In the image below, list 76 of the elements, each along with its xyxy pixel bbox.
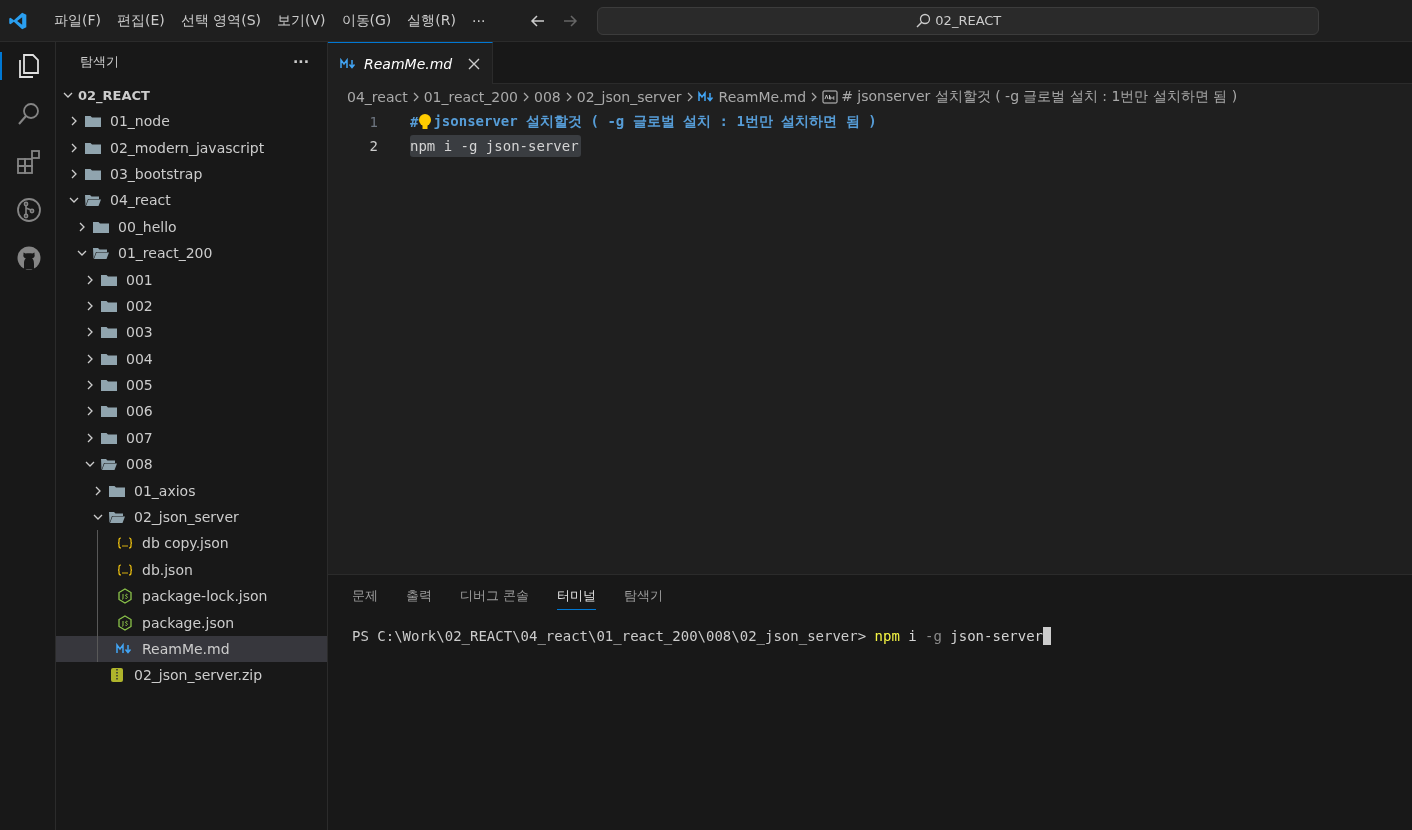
line-number: 2: [368, 138, 379, 154]
code-text: #: [410, 114, 419, 130]
tree-item[interactable]: 005: [56, 371, 327, 399]
braces-icon: [116, 561, 134, 578]
breadcrumb-item[interactable]: 02_json_server: [576, 89, 682, 105]
terminal-command: i: [908, 628, 917, 644]
folder-icon: [84, 113, 102, 130]
menu-item[interactable]: 실행(R): [399, 11, 464, 30]
tree-item[interactable]: 006: [56, 398, 327, 425]
extensions-icon[interactable]: [14, 148, 43, 176]
explorer-title: 탐색기: [80, 53, 119, 71]
open-folder-icon: [84, 192, 102, 209]
command-center[interactable]: 02_REACT: [597, 6, 1320, 35]
tree-item[interactable]: 02_json_server.zip: [56, 662, 327, 689]
folder-icon: [100, 377, 118, 394]
text-symbol-icon: [822, 90, 839, 104]
app-logo-icon[interactable]: [8, 10, 28, 31]
tree-item[interactable]: 004: [56, 345, 327, 372]
tree-item[interactable]: 002: [56, 292, 327, 320]
search-icon: [915, 12, 932, 29]
folder-icon: [100, 324, 118, 341]
panel-tab[interactable]: 출력: [406, 585, 432, 610]
menu-item[interactable]: 선택 영역(S): [172, 11, 270, 30]
panel-tab[interactable]: 터미널: [557, 585, 597, 610]
menu-item[interactable]: 이동(G): [333, 11, 400, 30]
panel-tab[interactable]: 문제: [352, 585, 378, 610]
tree-item[interactable]: 008: [56, 451, 327, 478]
tree-item[interactable]: ReamMe.md: [56, 635, 327, 663]
tree-item[interactable]: 01_node: [56, 108, 327, 135]
code-text: npm i -g json-server: [410, 138, 579, 154]
tree-item[interactable]: 00_hello: [56, 213, 327, 240]
terminal-command: npm: [874, 628, 900, 644]
folder-icon: [100, 403, 118, 420]
terminal-command: json-server: [950, 628, 1044, 644]
hexagon-icon: [116, 614, 134, 631]
tree-item[interactable]: 04_react: [56, 187, 327, 214]
workspace-root[interactable]: 02_REACT: [56, 82, 327, 108]
breadcrumb-item[interactable]: 04_react: [347, 89, 408, 105]
hexagon-icon: [116, 588, 134, 605]
breadcrumb-item[interactable]: 008: [534, 89, 561, 105]
tree-item[interactable]: 003: [56, 319, 327, 346]
breadcrumb-item[interactable]: # jsonserver 설치할것 ( -g 글로벌 설치 : 1번만 설치하면 됨 ): [841, 88, 1238, 106]
open-folder-icon: [108, 509, 126, 526]
tree-item[interactable]: 01_axios: [56, 477, 327, 504]
breadcrumb-item[interactable]: ReamMe.md: [718, 89, 807, 105]
tree-item[interactable]: 001: [56, 266, 327, 293]
panel-tab[interactable]: 디버그 콘솔: [460, 585, 530, 610]
open-folder-icon: [100, 456, 118, 473]
open-folder-icon: [92, 245, 110, 262]
panel-tab[interactable]: 탐색기: [624, 585, 664, 610]
lightbulb-icon[interactable]: [418, 113, 433, 131]
menu-item[interactable]: 편집(E): [109, 11, 173, 30]
tree-item[interactable]: db copy.json: [56, 530, 327, 557]
terminal-command: -g: [925, 628, 942, 644]
zip-icon: [108, 667, 126, 684]
tree-item[interactable]: package-lock.json: [56, 583, 327, 610]
terminal-prompt: PS C:\Work\02_REACT\04_react\01_react_200\008\02_json_server>: [352, 628, 867, 644]
markdown-icon: [340, 57, 358, 70]
tree-item[interactable]: 02_modern_javascript: [56, 134, 327, 161]
tree-item[interactable]: 007: [56, 424, 327, 452]
more-actions-button[interactable]: ···: [293, 54, 309, 70]
tree-item[interactable]: 02_json_server: [56, 503, 327, 531]
menu-item[interactable]: ···: [464, 12, 494, 29]
editor-tab[interactable]: ReamMe.md: [328, 42, 494, 84]
menu-item[interactable]: 파일(F): [46, 11, 109, 30]
tree-item[interactable]: 03_bootstrap: [56, 160, 327, 188]
line-number: 1: [368, 114, 379, 130]
markdown-icon: [697, 91, 716, 103]
tree-item[interactable]: 01_react_200: [56, 239, 327, 267]
braces-icon: [116, 535, 134, 552]
tree-item[interactable]: db.json: [56, 556, 327, 584]
breadcrumb-item[interactable]: 01_react_200: [423, 89, 519, 105]
tree-item[interactable]: package.json: [56, 609, 327, 636]
menu-item[interactable]: 보기(V): [269, 11, 334, 30]
source-control-icon[interactable]: [14, 196, 43, 224]
code-text: jsonserver 설치할것 ( -g 글로벌 설치 : 1번만 설치하면 됨 ): [433, 113, 877, 131]
